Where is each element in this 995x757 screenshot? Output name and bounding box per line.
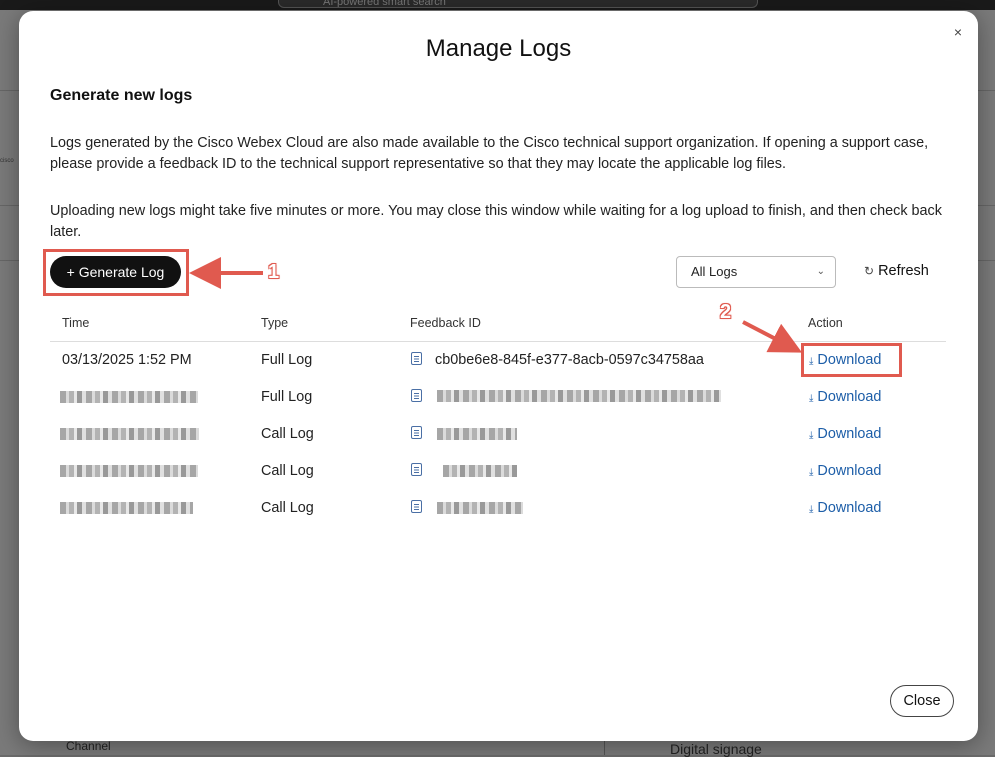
redacted-feedback-id (437, 502, 523, 514)
document-icon (411, 500, 422, 513)
chevron-down-icon: ⌄ (816, 266, 825, 277)
download-link[interactable]: ⤓ Download (809, 459, 881, 485)
download-link[interactable]: ⤓ Download (809, 496, 881, 522)
column-header-feedback-id: Feedback ID (410, 316, 481, 330)
row-type: Call Log (261, 463, 314, 479)
log-filter-value: All Logs (691, 264, 738, 279)
download-label: Download (817, 463, 882, 479)
manage-logs-dialog: × Manage Logs Generate new logs Logs gen… (19, 11, 978, 741)
download-link[interactable]: ⤓ Download (809, 422, 881, 448)
annotation-highlight-2 (801, 343, 902, 377)
redacted-time (60, 428, 199, 440)
column-header-type: Type (261, 316, 289, 330)
redacted-time (60, 502, 193, 514)
info-paragraph: Logs generated by the Cisco Webex Cloud … (50, 135, 929, 172)
document-icon (411, 463, 422, 476)
row-type: Call Log (261, 426, 314, 442)
upload-note-paragraph: Uploading new logs might take five minut… (50, 203, 942, 240)
column-header-action: Action (808, 316, 843, 330)
redacted-time (60, 465, 198, 477)
document-icon (411, 426, 422, 439)
table-row: Call Log ⤓ Download (19, 459, 978, 496)
refresh-label: Refresh (878, 263, 929, 279)
annotation-number-2: 2 (720, 301, 732, 323)
table-row: Call Log ⤓ Download (19, 496, 978, 533)
row-time: 03/13/2025 1:52 PM (62, 352, 192, 368)
row-type: Full Log (261, 352, 313, 368)
redacted-time (60, 391, 198, 403)
table-header-divider (50, 341, 946, 342)
download-label: Download (817, 389, 882, 405)
close-button[interactable]: Close (890, 685, 954, 717)
download-icon: ⤓ (809, 504, 814, 515)
redacted-feedback-id (437, 390, 721, 402)
download-label: Download (817, 426, 882, 442)
smart-search-input[interactable]: AI-powered smart search (278, 0, 758, 8)
section-heading: Generate new logs (50, 87, 193, 104)
annotation-arrow-2 (742, 320, 803, 353)
document-icon (411, 389, 422, 402)
row-feedback-id: cb0be6e8-845f-e377-8acb-0597c34758aa (435, 352, 704, 368)
refresh-button[interactable]: ↻ Refresh (864, 263, 929, 279)
row-type: Call Log (261, 500, 314, 516)
bg-channel-label: Channel (66, 739, 111, 753)
log-filter-select[interactable]: All Logs ⌄ (676, 256, 836, 288)
download-icon: ⤓ (809, 393, 814, 404)
download-label: Download (817, 500, 882, 516)
table-row: Call Log ⤓ Download (19, 422, 978, 459)
redacted-feedback-id (437, 428, 517, 440)
annotation-highlight-1 (43, 249, 189, 296)
dialog-title: Manage Logs (425, 35, 572, 62)
column-header-time: Time (62, 316, 90, 330)
document-icon (411, 352, 422, 365)
download-icon: ⤓ (809, 467, 814, 478)
refresh-icon: ↻ (864, 264, 875, 278)
redacted-feedback-id (443, 465, 517, 477)
download-icon: ⤓ (809, 430, 814, 441)
bg-vertical-divider (604, 740, 605, 755)
row-type: Full Log (261, 389, 313, 405)
cisco-logo: cisco (0, 158, 14, 164)
annotation-number-1: 1 (268, 261, 280, 283)
table-row: Full Log ⤓ Download (19, 385, 978, 422)
download-link[interactable]: ⤓ Download (809, 385, 881, 411)
